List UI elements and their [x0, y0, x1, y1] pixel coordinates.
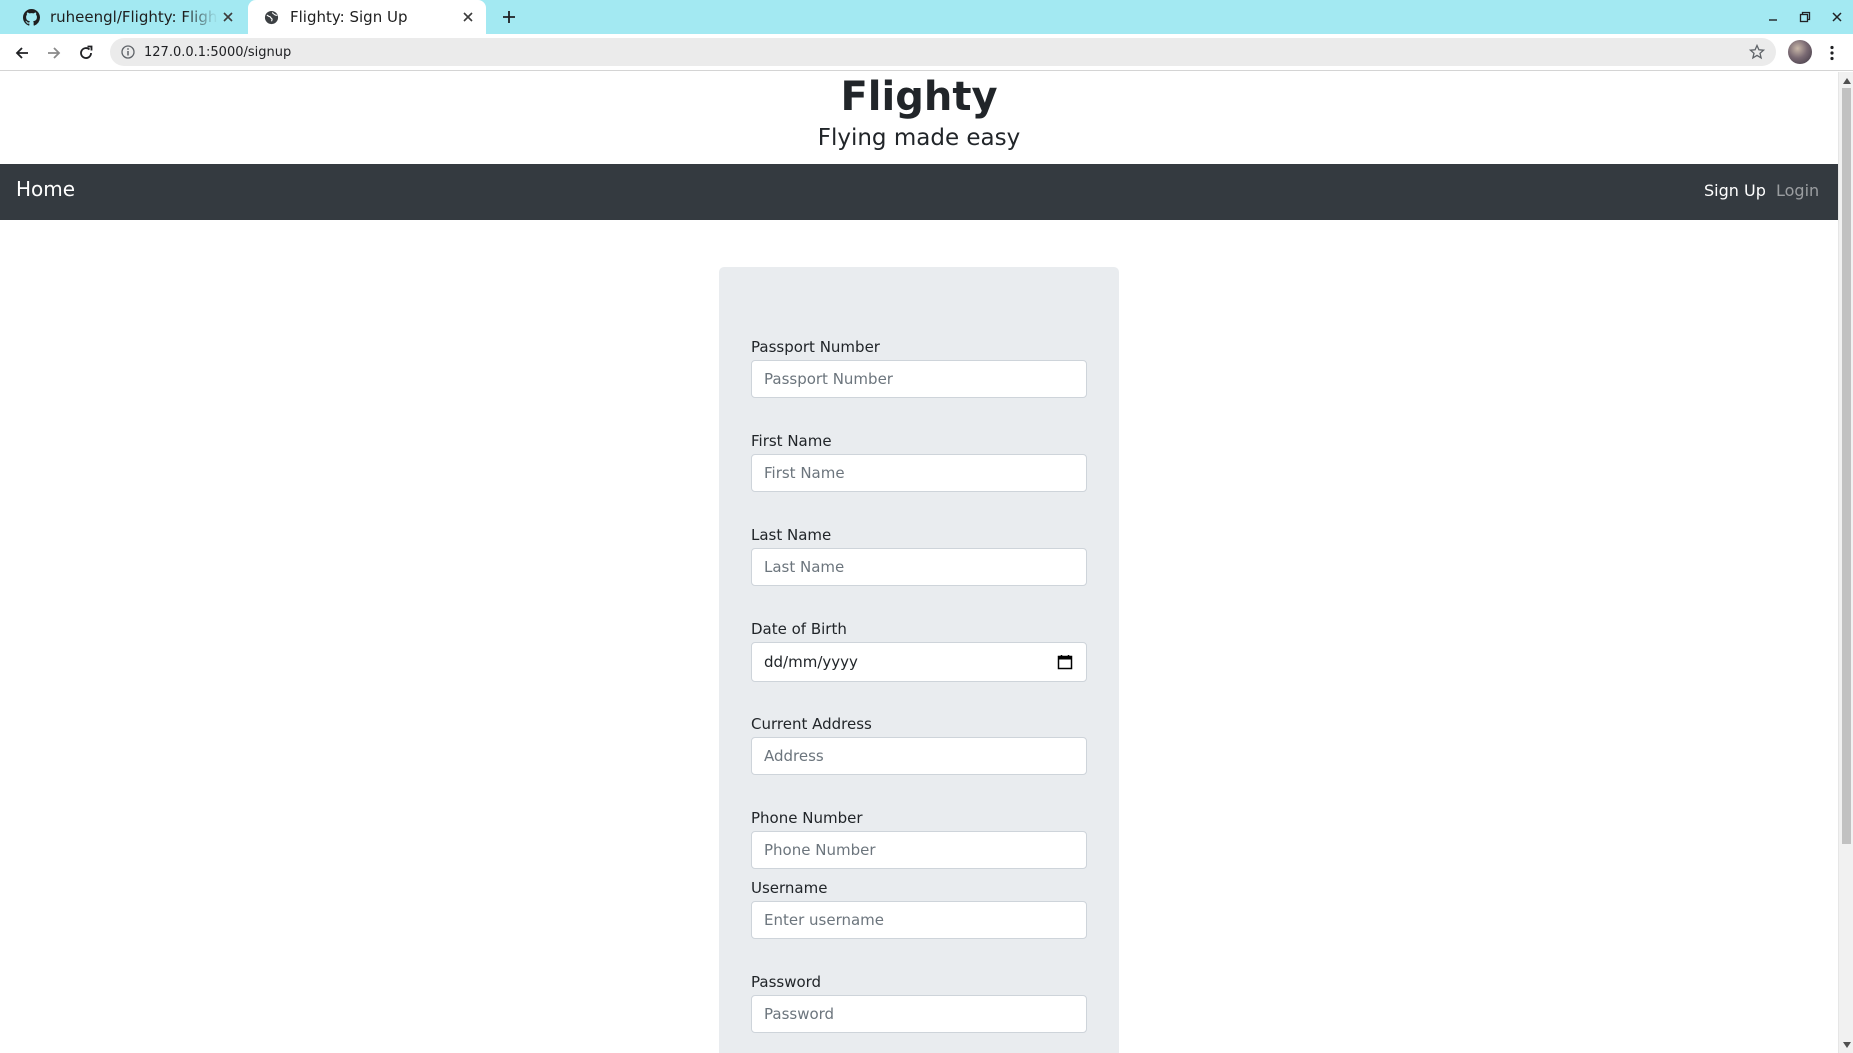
tab-github[interactable]: ruheengl/Flighty: Flight Management [8, 0, 246, 34]
passport-number-input[interactable] [751, 360, 1087, 398]
password-label: Password [751, 973, 822, 991]
close-icon[interactable] [458, 7, 478, 27]
tab-signup[interactable]: Flighty: Sign Up [248, 0, 486, 34]
new-tab-icon[interactable] [498, 6, 520, 28]
vertical-scrollbar[interactable] [1838, 72, 1853, 1053]
date-placeholder: dd/mm/yyyy [764, 653, 858, 671]
site-header: Flighty Flying made easy [0, 72, 1838, 164]
first-name-label: First Name [751, 432, 832, 450]
nav-login-link[interactable]: Login [1776, 181, 1819, 200]
nav-home-link[interactable]: Home [16, 177, 75, 201]
github-icon [22, 8, 40, 26]
last-name-input[interactable] [751, 548, 1087, 586]
last-name-label: Last Name [751, 526, 832, 544]
forward-arrow-icon[interactable] [42, 41, 66, 65]
tab-title: ruheengl/Flighty: Flight Management [50, 8, 218, 26]
signup-form: Passport Number First Name Last Name Dat… [719, 267, 1119, 1053]
date-of-birth-label: Date of Birth [751, 620, 847, 638]
back-arrow-icon[interactable] [10, 41, 34, 65]
phone-number-label: Phone Number [751, 809, 863, 827]
site-subtitle: Flying made easy [817, 125, 1021, 151]
current-address-label: Current Address [751, 715, 872, 733]
phone-number-input[interactable] [751, 831, 1087, 869]
url-text: 127.0.0.1:5000/signup [144, 44, 292, 60]
first-name-input[interactable] [751, 454, 1087, 492]
tab-title: Flighty: Sign Up [290, 8, 408, 26]
date-of-birth-input[interactable]: dd/mm/yyyy [751, 642, 1087, 682]
scroll-up-arrow-icon[interactable] [1842, 76, 1851, 85]
scroll-down-arrow-icon[interactable] [1842, 1040, 1851, 1049]
close-icon[interactable] [218, 7, 238, 27]
calendar-icon[interactable] [1056, 653, 1074, 671]
address-input[interactable] [751, 737, 1087, 775]
menu-kebab-icon[interactable] [1822, 41, 1842, 65]
browser-tab-strip: ruheengl/Flighty: Flight Management Flig… [0, 0, 1853, 34]
username-input[interactable] [751, 901, 1087, 939]
restore-icon[interactable] [1789, 0, 1821, 34]
scrollbar-thumb[interactable] [1842, 88, 1851, 844]
page-viewport: Flighty Flying made easy Home Sign Up Lo… [0, 72, 1853, 1053]
info-icon[interactable] [120, 44, 136, 60]
bookmark-star-icon[interactable] [1748, 43, 1766, 61]
window-controls [1757, 0, 1853, 34]
close-window-icon[interactable] [1821, 0, 1853, 34]
browser-toolbar: 127.0.0.1:5000/signup [0, 34, 1853, 71]
password-input[interactable] [751, 995, 1087, 1033]
address-bar[interactable]: 127.0.0.1:5000/signup [110, 38, 1776, 66]
nav-signup-link[interactable]: Sign Up [1704, 181, 1766, 200]
passport-number-label: Passport Number [751, 338, 880, 356]
globe-icon [262, 8, 280, 26]
minimize-icon[interactable] [1757, 0, 1789, 34]
username-label: Username [751, 879, 828, 897]
profile-avatar[interactable] [1788, 40, 1812, 64]
navbar: Home Sign Up Login [0, 164, 1838, 220]
reload-icon[interactable] [74, 41, 98, 65]
site-title: Flighty [840, 74, 998, 120]
